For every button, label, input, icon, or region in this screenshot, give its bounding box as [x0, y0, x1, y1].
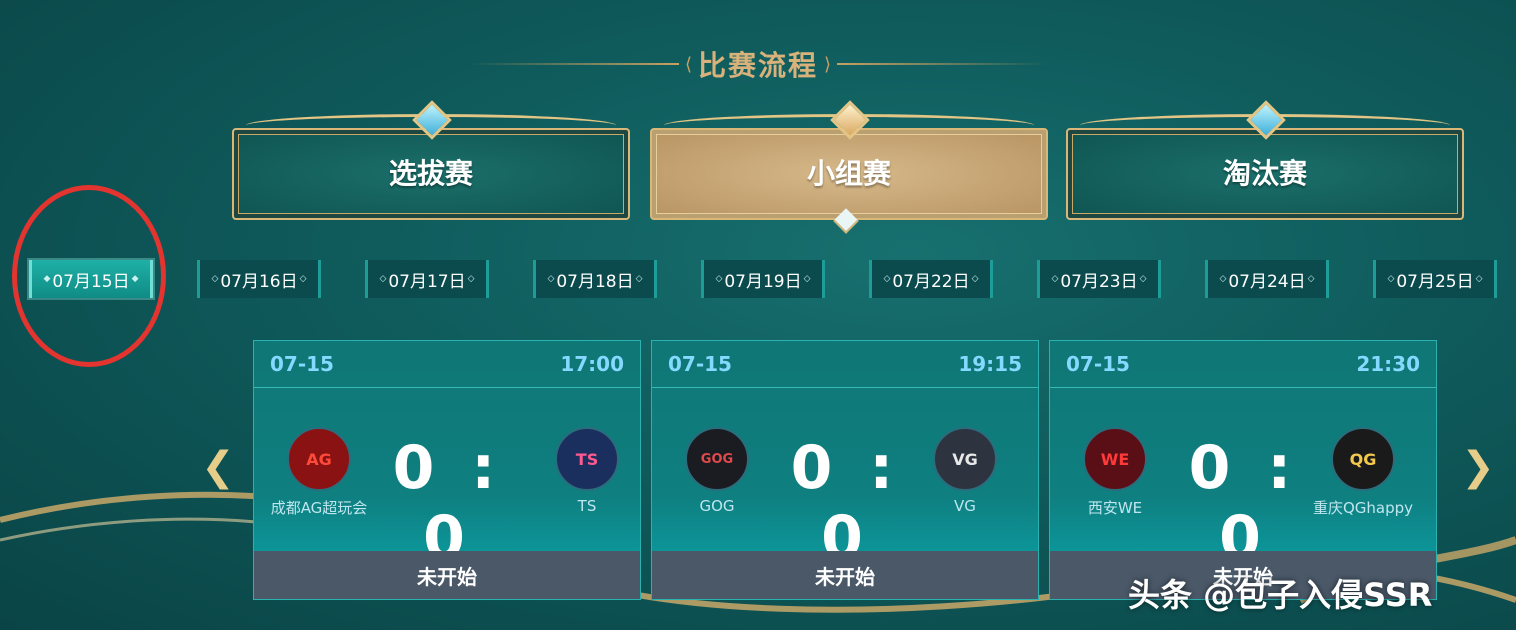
tab-knockout[interactable]: 淘汰赛: [1066, 100, 1464, 222]
chevron-left-icon[interactable]: ❮: [198, 443, 238, 491]
team-logo-icon: GOG: [685, 427, 749, 491]
diamond-icon: ◇: [1475, 274, 1483, 284]
match-date: 07-15: [1066, 352, 1130, 376]
date-tab[interactable]: ◇ 07月16日 ◇: [197, 260, 321, 298]
diamond-icon: ◇: [1219, 274, 1227, 284]
diamond-icon: ◇: [635, 274, 643, 284]
team-logo-icon: AG: [287, 427, 351, 491]
team-name: VG: [954, 497, 976, 515]
date-label: 07月25日: [1396, 271, 1474, 292]
team-left: AG 成都AG超玩会: [254, 427, 384, 518]
tab-selection[interactable]: 选拔赛: [232, 100, 630, 222]
match-time: 21:30: [1356, 352, 1420, 376]
match-time: 17:00: [560, 352, 624, 376]
title-left-line: [468, 63, 679, 65]
match-card[interactable]: 07-15 21:30 WE 西安WE 0 : 0 QG 重庆QGhappy 未…: [1049, 340, 1437, 600]
date-label: 07月18日: [556, 271, 634, 292]
team-name: 西安WE: [1087, 499, 1143, 517]
diamond-icon: ◇: [883, 274, 891, 284]
title-right-line: [837, 63, 1048, 65]
match-time: 19:15: [958, 352, 1022, 376]
date-label: 07月17日: [388, 271, 466, 292]
tab-label: 淘汰赛: [1222, 157, 1307, 190]
team-name: GOG: [699, 497, 735, 515]
date-label: 07月16日: [220, 271, 298, 292]
date-tab[interactable]: ◇ 07月18日 ◇: [533, 260, 657, 298]
team-name: 重庆QGhappy: [1312, 499, 1414, 517]
diamond-icon: ◇: [1387, 274, 1395, 284]
team-name: 成都AG超玩会: [270, 499, 368, 517]
card-header: 07-15 21:30: [1050, 341, 1436, 388]
date-tab[interactable]: ◇ 07月25日 ◇: [1373, 260, 1497, 298]
diamond-icon: ◇: [211, 274, 219, 284]
highlight-circle: [12, 185, 166, 367]
diamond-icon: ◇: [1307, 274, 1315, 284]
diamond-icon: ◇: [715, 274, 723, 284]
date-tab[interactable]: ◇ 07月19日 ◇: [701, 260, 825, 298]
team-logo-icon: QG: [1331, 427, 1395, 491]
date-tab[interactable]: ◇ 07月17日 ◇: [365, 260, 489, 298]
team-name: TS: [577, 497, 597, 515]
match-date: 07-15: [668, 352, 732, 376]
team-left: GOG GOG: [652, 427, 782, 515]
diamond-icon: ◇: [299, 274, 307, 284]
date-tab[interactable]: ◇ 07月22日 ◇: [869, 260, 993, 298]
date-label: 07月19日: [724, 271, 802, 292]
diamond-icon: ◇: [803, 274, 811, 284]
team-right: QG 重庆QGhappy: [1298, 427, 1428, 518]
date-tab[interactable]: ◇ 07月23日 ◇: [1037, 260, 1161, 298]
team-logo-icon: VG: [933, 427, 997, 491]
team-right: TS TS: [522, 427, 652, 515]
match-card[interactable]: 07-15 19:15 GOG GOG 0 : 0 VG VG 未开始: [651, 340, 1039, 600]
match-status: 未开始: [652, 551, 1038, 599]
date-label: 07月23日: [1060, 271, 1138, 292]
team-logo-icon: TS: [555, 427, 619, 491]
tab-label: 小组赛: [806, 157, 891, 190]
diamond-icon: ◇: [379, 274, 387, 284]
diamond-icon: ◇: [547, 274, 555, 284]
team-logo-icon: WE: [1083, 427, 1147, 491]
card-header: 07-15 17:00: [254, 341, 640, 388]
watermark-text: 头条 @包子入侵SSR: [1128, 576, 1433, 614]
team-right: VG VG: [900, 427, 1030, 515]
diamond-icon: ◇: [1051, 274, 1059, 284]
diamond-icon: ◇: [971, 274, 979, 284]
match-card[interactable]: 07-15 17:00 AG 成都AG超玩会 0 : 0 TS TS 未开始: [253, 340, 641, 600]
tab-label: 选拔赛: [388, 157, 473, 190]
date-label: 07月24日: [1228, 271, 1306, 292]
chevron-right-icon[interactable]: ❯: [1458, 443, 1498, 491]
diamond-icon: ◇: [1139, 274, 1147, 284]
tab-group-stage[interactable]: 小组赛: [650, 100, 1048, 234]
team-left: WE 西安WE: [1050, 427, 1180, 518]
title-left-ornament-icon: ⟨: [684, 53, 692, 75]
date-tab[interactable]: ◇ 07月24日 ◇: [1205, 260, 1329, 298]
card-header: 07-15 19:15: [652, 341, 1038, 388]
diamond-icon: ◇: [467, 274, 475, 284]
date-label: 07月22日: [892, 271, 970, 292]
title-right-ornament-icon: ⟩: [824, 53, 832, 75]
section-title: ⟨ 比赛流程 ⟩: [0, 40, 1516, 88]
page-title: 比赛流程: [697, 49, 818, 82]
match-status: 未开始: [254, 551, 640, 599]
match-date: 07-15: [270, 352, 334, 376]
